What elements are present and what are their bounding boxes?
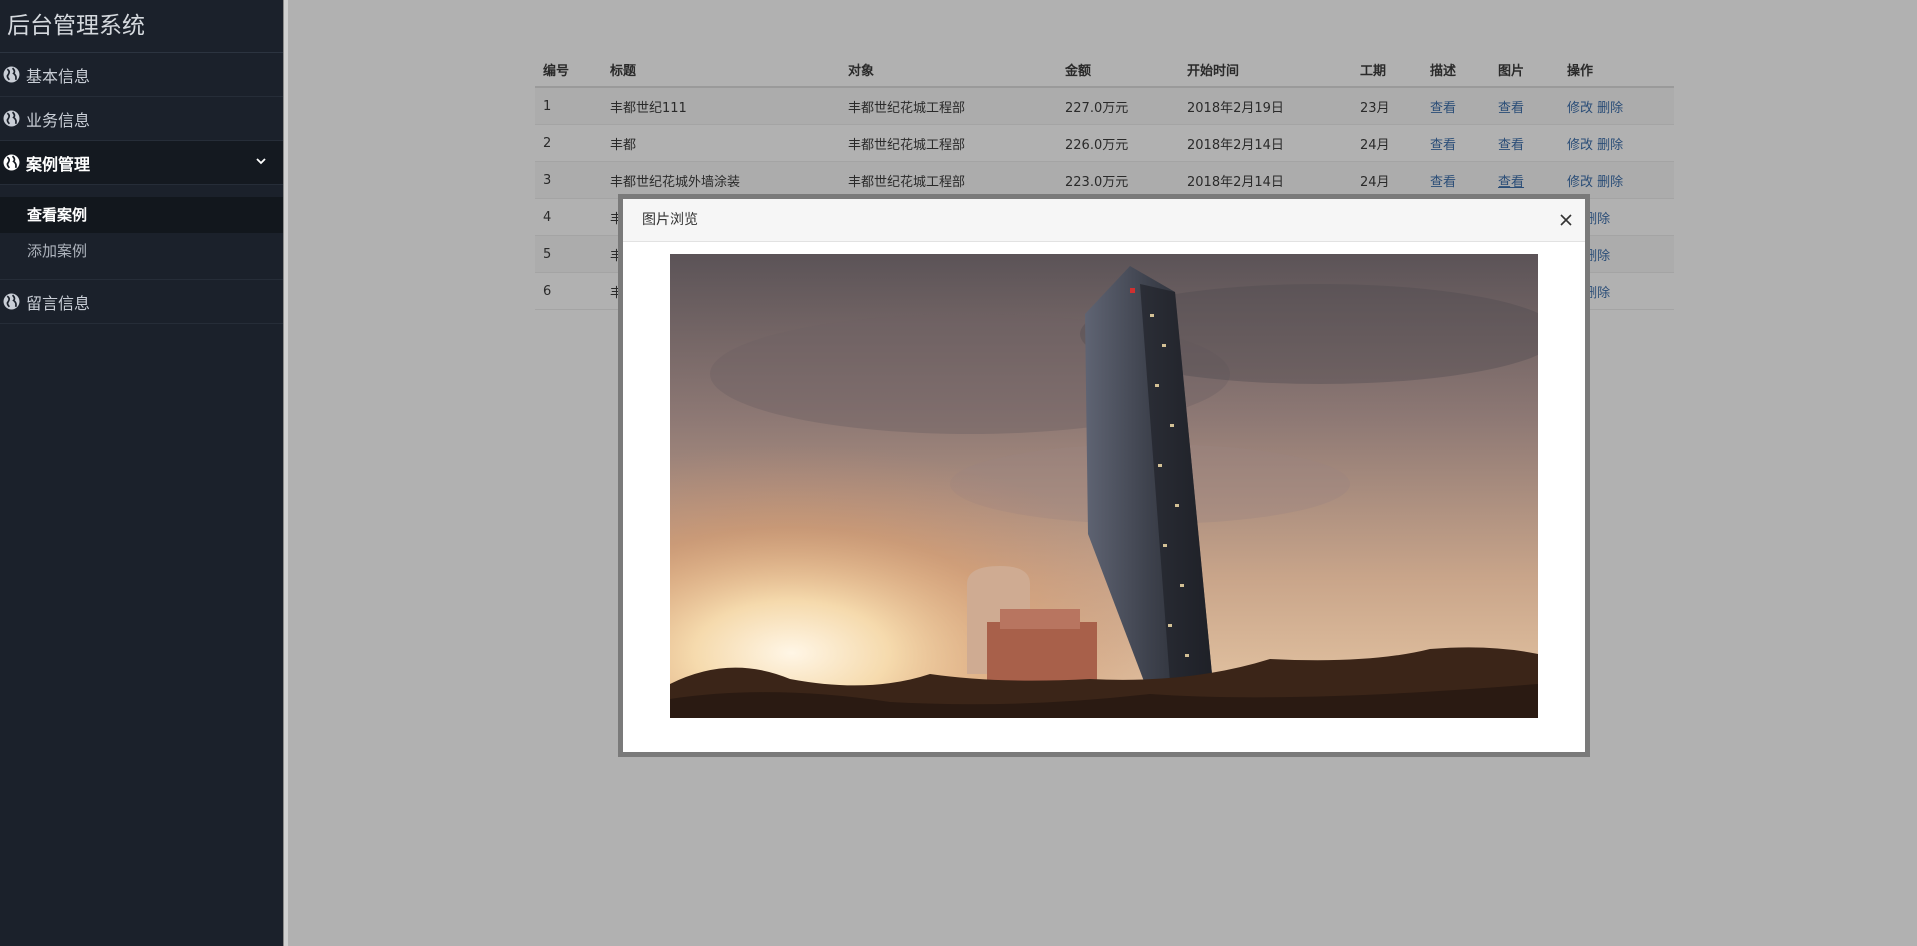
cell-desc: 查看 [1422,124,1490,162]
cell-start: 2018年2月14日 [1179,124,1352,162]
globe-icon [3,66,20,83]
col-header-period: 工期 [1352,52,1422,88]
building-photo [670,254,1538,718]
cell-title: 丰都世纪花城外墙涂装 [602,161,840,199]
app-title: 后台管理系统 [0,0,283,53]
globe-icon [3,293,20,310]
sidebar-item-label: 基本信息 [26,66,91,86]
col-header-start: 开始时间 [1179,52,1352,88]
edit-link[interactable]: 修改 [1567,138,1593,153]
cell-start: 2018年2月19日 [1179,87,1352,125]
cell-desc: 查看 [1422,161,1490,199]
modal-title: 图片浏览 [642,212,698,228]
globe-icon [3,110,20,127]
view-desc-link[interactable]: 查看 [1430,138,1456,153]
sidebar-item-basic-info[interactable]: 基本信息 [0,53,283,97]
cell-id: 1 [535,87,602,125]
cell-target: 丰都世纪花城工程部 [840,124,1057,162]
table-row: 3 丰都世纪花城外墙涂装 丰都世纪花城工程部 223.0万元 2018年2月14… [535,161,1674,199]
cell-target: 丰都世纪花城工程部 [840,161,1057,199]
submenu-view-cases[interactable]: 查看案例 [0,197,283,233]
cell-id: 4 [535,198,602,236]
sidebar-item-label: 案例管理 [26,154,91,174]
cell-id: 3 [535,161,602,199]
delete-link[interactable]: 删除 [1597,175,1623,190]
cell-id: 6 [535,272,602,310]
cell-period: 23月 [1352,87,1422,125]
modal-header: 图片浏览 [623,199,1585,242]
sidebar-item-case-management[interactable]: 案例管理 [0,141,283,185]
cell-id: 5 [535,235,602,273]
sidebar-item-label: 留言信息 [26,293,91,313]
chevron-down-icon [256,158,266,165]
table-row: 1 丰都世纪111 丰都世纪花城工程部 227.0万元 2018年2月19日 2… [535,87,1674,125]
cell-title: 丰都 [602,124,840,162]
col-header-title: 标题 [602,52,840,88]
col-header-id: 编号 [535,52,602,88]
sidebar-item-label: 业务信息 [26,110,91,130]
table-row: 2 丰都 丰都世纪花城工程部 226.0万元 2018年2月14日 24月 查看… [535,124,1674,162]
sidebar: 后台管理系统 基本信息 业务信息 案例管理 查看案例 添加案例 留言信息 [0,0,283,946]
submenu-add-case[interactable]: 添加案例 [0,233,283,269]
delete-link[interactable]: 删除 [1597,138,1623,153]
cell-actions: 修改 删除 [1559,161,1674,199]
cell-actions: 修改 删除 [1559,124,1674,162]
col-header-target: 对象 [840,52,1057,88]
view-image-link[interactable]: 查看 [1498,101,1524,116]
cell-start: 2018年2月14日 [1179,161,1352,199]
cell-target: 丰都世纪花城工程部 [840,87,1057,125]
view-desc-link[interactable]: 查看 [1430,175,1456,190]
delete-link[interactable]: 删除 [1597,101,1623,116]
cell-amount: 223.0万元 [1057,161,1179,199]
col-header-image: 图片 [1490,52,1559,88]
close-icon[interactable] [1557,211,1575,229]
cell-period: 24月 [1352,124,1422,162]
sidebar-item-messages[interactable]: 留言信息 [0,280,283,324]
view-image-link[interactable]: 查看 [1498,138,1524,153]
cell-period: 24月 [1352,161,1422,199]
view-desc-link[interactable]: 查看 [1430,101,1456,116]
edit-link[interactable]: 修改 [1567,175,1593,190]
col-header-desc: 描述 [1422,52,1490,88]
globe-icon [3,154,20,171]
edit-link[interactable]: 修改 [1567,101,1593,116]
case-submenu: 查看案例 添加案例 [0,185,283,280]
cell-title: 丰都世纪111 [602,87,840,125]
col-header-amount: 金额 [1057,52,1179,88]
cell-amount: 226.0万元 [1057,124,1179,162]
cell-image: 查看 [1490,161,1559,199]
cell-amount: 227.0万元 [1057,87,1179,125]
cell-actions: 修改 删除 [1559,87,1674,125]
sidebar-item-business-info[interactable]: 业务信息 [0,97,283,141]
cell-id: 2 [535,124,602,162]
preview-image [670,254,1538,718]
col-header-actions: 操作 [1559,52,1674,88]
cell-desc: 查看 [1422,87,1490,125]
view-image-link[interactable]: 查看 [1498,175,1524,190]
cell-image: 查看 [1490,124,1559,162]
cell-image: 查看 [1490,87,1559,125]
image-preview-modal: 图片浏览 [618,194,1590,757]
sidebar-divider [283,0,288,946]
table-header-row: 编号 标题 对象 金额 开始时间 工期 描述 图片 操作 [535,52,1674,88]
